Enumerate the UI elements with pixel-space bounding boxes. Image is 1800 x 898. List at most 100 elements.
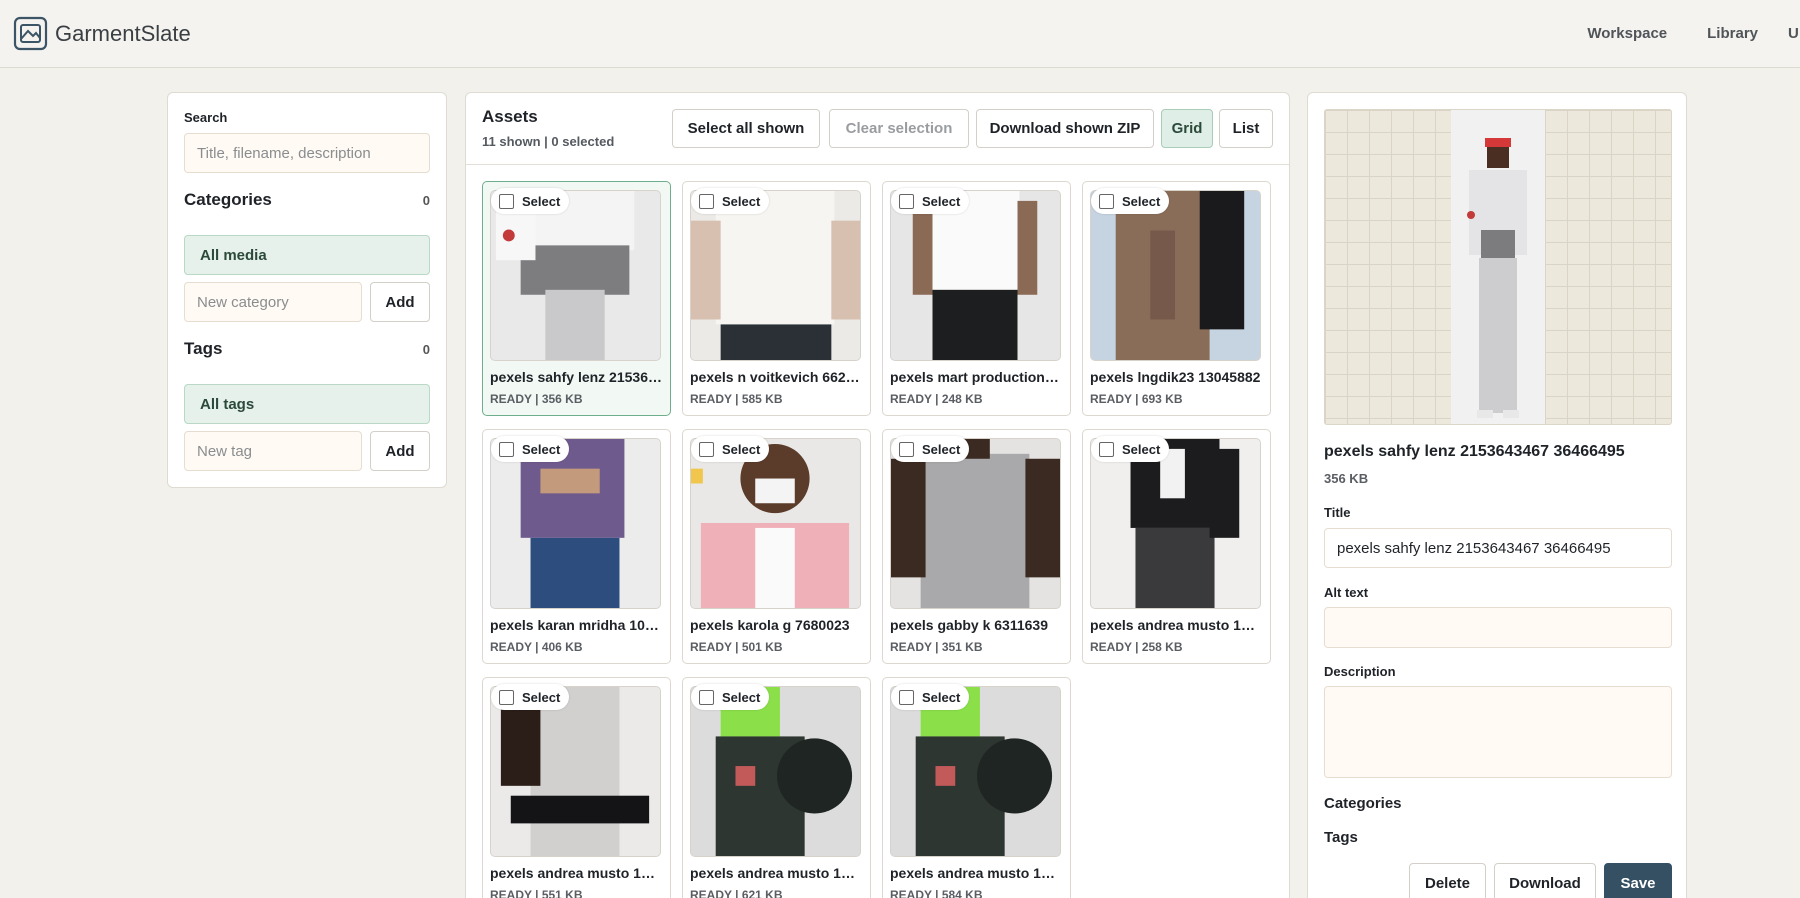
asset-name: pexels karan mridha 1043474: [490, 617, 662, 633]
app-logo[interactable]: GarmentSlate: [13, 16, 191, 51]
checkbox-icon: [499, 689, 514, 705]
assets-summary: 11 shown | 0 selected: [482, 134, 615, 149]
delete-button[interactable]: Delete: [1409, 863, 1486, 898]
asset-meta: READY | 501 KB: [690, 640, 783, 654]
checkbox-icon: [899, 689, 914, 705]
asset-name: pexels lngdik23 13045882: [1090, 369, 1261, 385]
alt-text-label: Alt text: [1324, 585, 1369, 600]
checkbox-icon: [699, 193, 714, 209]
new-tag-input[interactable]: New tag: [184, 431, 362, 471]
tags-title: Tags: [184, 339, 223, 358]
asset-card[interactable]: Select pexels andrea musto 1993462 READY…: [1082, 429, 1271, 664]
asset-card[interactable]: Select pexels andrea musto 1993471 READY…: [482, 677, 671, 898]
select-checkbox[interactable]: Select: [491, 684, 570, 710]
all-media-filter[interactable]: All media: [184, 235, 430, 275]
nav-user[interactable]: U: [1788, 25, 1800, 42]
asset-title: pexels sahfy lenz 2153643467 36466495: [1324, 443, 1625, 460]
select-checkbox[interactable]: Select: [691, 436, 770, 462]
gallery-icon: [13, 16, 48, 51]
asset-detail-panel: pexels sahfy lenz 2153643467 36466495 35…: [1307, 92, 1687, 898]
add-category-button[interactable]: Add: [370, 282, 430, 322]
select-checkbox[interactable]: Select: [691, 684, 770, 710]
asset-name: pexels n voitkevich 6626901: [690, 369, 862, 385]
top-bar: GarmentSlate Workspace Library U: [0, 0, 1800, 68]
assets-title: Assets: [482, 107, 538, 126]
asset-name: pexels sahfy lenz 2153643467 36466495: [490, 369, 662, 385]
asset-thumbnail: [1090, 438, 1261, 609]
tags-section: Tags: [1324, 829, 1358, 846]
asset-name: pexels andrea musto 1993488: [690, 865, 862, 881]
select-checkbox[interactable]: Select: [891, 436, 970, 462]
preview-image: [1451, 110, 1545, 424]
asset-name: pexels mart production 8217404: [890, 369, 1062, 385]
asset-card[interactable]: Select pexels karola g 7680023 READY | 5…: [682, 429, 871, 664]
asset-card[interactable]: Select pexels gabby k 6311639 READY | 35…: [882, 429, 1071, 664]
clear-selection-button[interactable]: Clear selection: [829, 109, 969, 148]
checkbox-icon: [899, 193, 914, 209]
asset-card[interactable]: Select pexels andrea musto 1993489 READY…: [882, 677, 1071, 898]
asset-meta: READY | 621 KB: [690, 888, 783, 898]
download-zip-button[interactable]: Download shown ZIP: [976, 109, 1154, 148]
assets-header: Assets 11 shown | 0 selected Select all …: [466, 93, 1289, 165]
asset-name: pexels gabby k 6311639: [890, 617, 1048, 633]
title-input[interactable]: pexels sahfy lenz 2153643467 36466495: [1324, 528, 1672, 568]
tags-header: Tags 0: [184, 339, 430, 359]
checkbox-icon: [499, 193, 514, 209]
asset-card[interactable]: Select pexels mart production 8217404 RE…: [882, 181, 1071, 416]
select-checkbox[interactable]: Select: [691, 188, 770, 214]
select-checkbox[interactable]: Select: [891, 188, 970, 214]
checkbox-icon: [899, 441, 914, 457]
categories-section: Categories: [1324, 795, 1402, 812]
asset-meta: READY | 258 KB: [1090, 640, 1183, 654]
asset-card[interactable]: Select pexels andrea musto 1993488 READY…: [682, 677, 871, 898]
grid-view-toggle[interactable]: Grid: [1161, 109, 1213, 148]
checkbox-icon: [499, 441, 514, 457]
asset-card[interactable]: Select pexels sahfy lenz 2153643467 3646…: [482, 181, 671, 416]
asset-meta: READY | 356 KB: [490, 392, 583, 406]
nav-workspace[interactable]: Workspace: [1587, 25, 1667, 42]
asset-thumbnail: [690, 190, 861, 361]
select-checkbox[interactable]: Select: [491, 436, 570, 462]
app-name: GarmentSlate: [55, 20, 191, 46]
asset-name: pexels andrea musto 1993471: [490, 865, 662, 881]
save-button[interactable]: Save: [1604, 863, 1672, 898]
tags-count: 0: [422, 341, 430, 357]
list-view-toggle[interactable]: List: [1219, 109, 1273, 148]
asset-thumbnail: [1090, 190, 1261, 361]
add-tag-button[interactable]: Add: [370, 431, 430, 471]
asset-name: pexels andrea musto 1993489: [890, 865, 1062, 881]
select-checkbox[interactable]: Select: [491, 188, 570, 214]
asset-card[interactable]: Select pexels karan mridha 1043474 READY…: [482, 429, 671, 664]
select-all-button[interactable]: Select all shown: [672, 109, 820, 148]
select-checkbox[interactable]: Select: [1091, 188, 1170, 214]
asset-meta: READY | 406 KB: [490, 640, 583, 654]
checkbox-icon: [699, 441, 714, 457]
checkbox-icon: [699, 689, 714, 705]
asset-preview: [1324, 109, 1672, 425]
checkbox-icon: [1099, 441, 1114, 457]
nav-library[interactable]: Library: [1707, 25, 1758, 42]
assets-panel: Assets 11 shown | 0 selected Select all …: [465, 92, 1290, 898]
categories-title: Categories: [184, 190, 272, 209]
asset-card[interactable]: Select pexels n voitkevich 6626901 READY…: [682, 181, 871, 416]
select-checkbox[interactable]: Select: [1091, 436, 1170, 462]
asset-meta: READY | 248 KB: [890, 392, 983, 406]
asset-thumbnail: [490, 438, 661, 609]
asset-size: 356 KB: [1324, 471, 1369, 486]
alt-text-input[interactable]: [1324, 607, 1672, 648]
select-checkbox[interactable]: Select: [891, 684, 970, 710]
asset-card[interactable]: Select pexels lngdik23 13045882 READY | …: [1082, 181, 1271, 416]
asset-meta: READY | 585 KB: [690, 392, 783, 406]
new-category-input[interactable]: New category: [184, 282, 362, 322]
asset-thumbnail: [890, 438, 1061, 609]
asset-thumbnail: [890, 686, 1061, 857]
asset-thumbnail: [490, 190, 661, 361]
asset-name: pexels karola g 7680023: [690, 617, 850, 633]
search-input[interactable]: Title, filename, description: [184, 133, 430, 173]
description-textarea[interactable]: [1324, 686, 1672, 778]
asset-meta: READY | 351 KB: [890, 640, 983, 654]
description-label: Description: [1324, 664, 1396, 679]
all-tags-filter[interactable]: All tags: [184, 384, 430, 424]
download-button[interactable]: Download: [1494, 863, 1596, 898]
asset-meta: READY | 551 KB: [490, 888, 583, 898]
